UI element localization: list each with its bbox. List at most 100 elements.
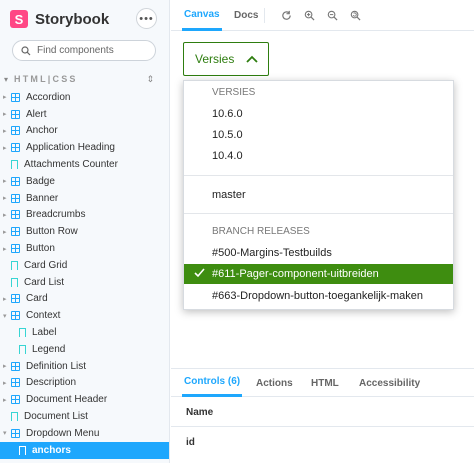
addons-panel: Controls (6) Actions HTML Accessibility … (171, 368, 474, 463)
sidebar-item-label: Context (26, 310, 61, 322)
sidebar-section-header[interactable]: ▾ HTML|CSS ⇕ (4, 73, 164, 85)
branch-option[interactable]: #663-Dropdown-button-toegankelijk-maken (184, 286, 453, 306)
component-icon (11, 126, 20, 136)
chevron-up-icon (246, 55, 258, 63)
more-menu-button[interactable]: ••• (136, 8, 157, 29)
component-icon (11, 361, 20, 371)
component-icon (11, 428, 20, 438)
sidebar-item[interactable]: ▸ Card (0, 291, 169, 308)
tab-html[interactable]: HTML (311, 369, 339, 397)
chevron-down-icon: ▾ (3, 312, 7, 320)
tab-canvas[interactable]: Canvas (182, 0, 222, 31)
sidebar-item[interactable]: ▸ Button (0, 240, 169, 257)
sidebar-item-label: Button (26, 243, 55, 255)
bookmark-icon (11, 412, 18, 422)
chevron-right-icon: ▸ (3, 363, 7, 371)
chevron-right-icon: ▸ (3, 144, 7, 152)
sidebar-item-label: Banner (26, 192, 59, 204)
sidebar-item[interactable]: ▸Legend (0, 341, 169, 358)
storybook-logo-icon: S (10, 10, 28, 28)
sidebar-item[interactable]: ▸ Banner (0, 190, 169, 207)
chevron-right-icon: ▸ (3, 127, 7, 135)
sidebar-item[interactable]: ▸ Badge (0, 173, 169, 190)
sidebar-item[interactable]: ▸Label (0, 324, 169, 341)
sidebar: S Storybook ••• ▾ HTML|CSS ⇕ ▸Accordion▸… (0, 0, 170, 463)
sidebar-item-label: Anchor (26, 125, 58, 137)
sidebar-item[interactable]: ▸ Button Row (0, 223, 169, 240)
sidebar-item[interactable]: ▸ Breadcrumbs (0, 207, 169, 224)
search-input[interactable] (37, 45, 147, 56)
refresh-icon[interactable] (280, 9, 292, 21)
zoom-out-icon[interactable] (326, 9, 338, 21)
chevron-right-icon: ▸ (3, 178, 7, 186)
sidebar-item[interactable]: ▸ Application Heading (0, 139, 169, 156)
bookmark-icon (11, 160, 18, 170)
sidebar-item[interactable]: ▸Document List (0, 408, 169, 425)
branch-option[interactable]: #500-Margins-Testbuilds (184, 243, 453, 263)
branch-option-selected[interactable]: #611-Pager-component-uitbreiden (184, 264, 453, 284)
tab-actions[interactable]: Actions (256, 369, 293, 397)
bookmark-icon (11, 277, 18, 287)
sidebar-item-label: Attachments Counter (24, 159, 118, 171)
tab-accessibility[interactable]: Accessibility (359, 369, 420, 397)
branches-group-label: BRANCH RELEASES (212, 226, 310, 237)
sidebar-item[interactable]: ▸anchors (0, 441, 169, 459)
sidebar-item-label: Legend (32, 343, 66, 355)
sidebar-item-label: Card List (24, 276, 65, 288)
branch-option-label: #611-Pager-component-uitbreiden (212, 268, 379, 280)
sidebar-item[interactable]: ▸ Definition List (0, 358, 169, 375)
sidebar-item-label: anchors (32, 444, 71, 456)
master-option[interactable]: master (184, 185, 453, 205)
storybook-brand[interactable]: S Storybook (10, 9, 109, 29)
sidebar-item-label: Accordion (26, 91, 71, 103)
sidebar-item-label: Description (26, 377, 77, 389)
sidebar-item-label: Document List (24, 411, 88, 423)
sidebar-item[interactable]: ▸ Alert (0, 106, 169, 123)
version-option[interactable]: 10.6.0 (184, 104, 453, 124)
sidebar-item-label: Card (26, 293, 48, 305)
dropdown-divider (184, 213, 453, 214)
version-option[interactable]: 10.4.0 (184, 146, 453, 166)
version-option[interactable]: 10.5.0 (184, 125, 453, 145)
sidebar-item[interactable]: ▸Card Grid (0, 257, 169, 274)
sidebar-item[interactable]: ▸ Anchor (0, 123, 169, 140)
sidebar-item[interactable]: ▸ Document Header (0, 391, 169, 408)
chevron-right-icon: ▸ (3, 379, 7, 387)
component-icon (11, 143, 20, 153)
expand-collapse-icon[interactable]: ⇕ (146, 74, 154, 85)
controls-name-header: Name (186, 407, 214, 418)
sidebar-item-label: Alert (26, 108, 47, 120)
sidebar-item[interactable]: ▾ Dropdown Menu (0, 425, 169, 442)
component-icon (11, 176, 20, 186)
sidebar-item[interactable]: ▾ Context (0, 307, 169, 324)
zoom-reset-icon[interactable] (349, 9, 361, 21)
sidebar-item[interactable]: ▸Card List (0, 274, 169, 291)
versions-button[interactable]: Versies (183, 42, 269, 76)
sidebar-item-label: Label (32, 327, 57, 339)
sidebar-item-label: Breadcrumbs (26, 209, 86, 221)
chevron-right-icon: ▸ (3, 295, 7, 303)
sidebar-item[interactable]: ▸ Accordion (0, 89, 169, 106)
component-icon (11, 378, 20, 388)
chevron-right-icon: ▸ (3, 195, 7, 203)
sidebar-item[interactable]: ▸Attachments Counter (0, 156, 169, 173)
component-icon (11, 311, 20, 321)
component-icon (11, 395, 20, 405)
addon-tabs: Controls (6) Actions HTML Accessibility (171, 369, 474, 397)
component-icon (11, 210, 20, 220)
zoom-in-icon[interactable] (303, 9, 315, 21)
dropdown-divider (184, 175, 453, 176)
component-icon (11, 109, 20, 119)
sidebar-item-label: Application Heading (26, 142, 115, 154)
versions-button-label: Versies (195, 52, 235, 66)
component-icon (11, 227, 20, 237)
tab-docs[interactable]: Docs (234, 0, 258, 31)
sidebar-item-label: Button Row (26, 226, 78, 238)
tab-controls[interactable]: Controls (6) (182, 369, 243, 397)
sidebar-item[interactable]: ▸ Description (0, 375, 169, 392)
versions-group-label: VERSIES (212, 87, 256, 98)
control-row-name: id (186, 437, 195, 448)
versions-dropdown: VERSIES 10.6.0 10.5.0 10.4.0 master BRAN… (183, 80, 454, 310)
search-box[interactable] (12, 40, 156, 61)
chevron-down-icon: ▾ (3, 430, 7, 438)
